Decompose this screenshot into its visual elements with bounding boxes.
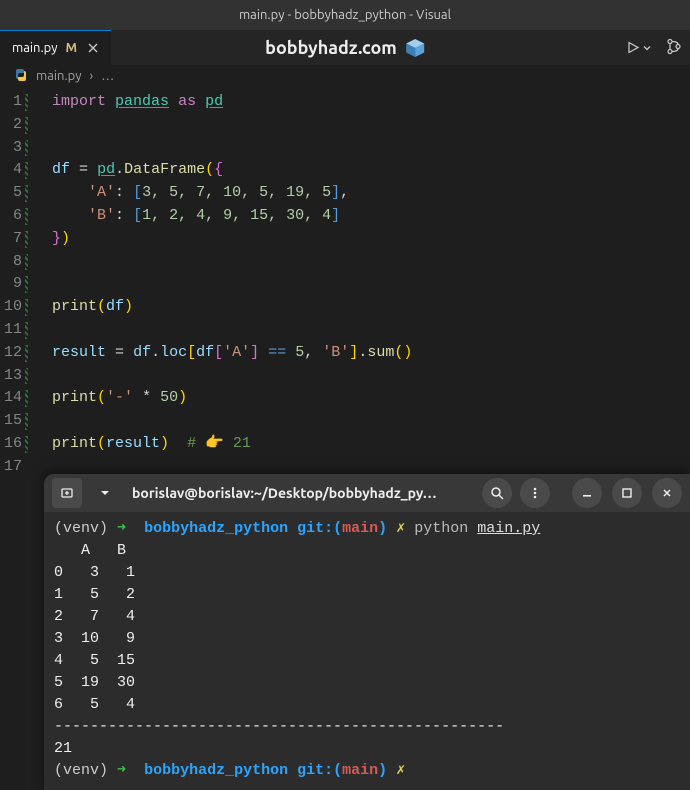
terminal-line: 3 10 9 bbox=[54, 628, 680, 650]
breadcrumb-more: … bbox=[101, 69, 114, 83]
search-icon[interactable] bbox=[482, 478, 512, 508]
close-button[interactable] bbox=[652, 478, 682, 508]
terminal-panel: borislav@borislav:~/Desktop/bobbyhadz_py… bbox=[44, 474, 690, 790]
terminal-line: ----------------------------------------… bbox=[54, 716, 680, 738]
terminal-line: 21 bbox=[54, 738, 680, 760]
line-gutter: 1 2 3 4 5 6 7 8 9 10 11 12 13 14 15 16 1… bbox=[0, 91, 30, 479]
line-number: 11 bbox=[0, 319, 22, 342]
line-number: 13 bbox=[0, 365, 22, 388]
terminal-body[interactable]: (venv) ➜ bobbyhadz_python git:(main) ✗ p… bbox=[44, 512, 690, 790]
cube-icon bbox=[405, 38, 425, 58]
line-number: 6 bbox=[0, 205, 22, 228]
terminal-line: 2 7 4 bbox=[54, 606, 680, 628]
window-title: main.py - bobbyhadz_python - Visual bbox=[239, 8, 451, 22]
terminal-header: borislav@borislav:~/Desktop/bobbyhadz_py… bbox=[44, 474, 690, 512]
tab-main-py[interactable]: main.py M bbox=[0, 30, 111, 65]
breadcrumb[interactable]: main.py › … bbox=[0, 65, 690, 87]
python-file-icon bbox=[14, 68, 28, 85]
menu-icon[interactable] bbox=[520, 478, 550, 508]
line-number: 9 bbox=[0, 273, 22, 296]
terminal-line: 6 5 4 bbox=[54, 694, 680, 716]
editor-actions bbox=[626, 38, 682, 57]
maximize-button[interactable] bbox=[612, 478, 642, 508]
terminal-line: A B bbox=[54, 540, 680, 562]
line-number: 16 bbox=[0, 433, 22, 456]
terminal-line: 0 3 1 bbox=[54, 562, 680, 584]
terminal-line: (venv) ➜ bobbyhadz_python git:(main) ✗ p… bbox=[54, 518, 680, 540]
terminal-line: 4 5 15 bbox=[54, 650, 680, 672]
tab-modified-badge: M bbox=[66, 41, 78, 55]
terminal-title: borislav@borislav:~/Desktop/bobbyhadz_py… bbox=[128, 485, 474, 501]
line-number: 3 bbox=[0, 137, 22, 160]
center-url-text: bobbyhadz.com bbox=[265, 38, 397, 58]
minimize-button[interactable] bbox=[572, 478, 602, 508]
line-number: 14 bbox=[0, 387, 22, 410]
line-number: 7 bbox=[0, 228, 22, 251]
run-icon[interactable] bbox=[626, 41, 652, 55]
breadcrumb-file: main.py bbox=[36, 69, 82, 83]
new-tab-button[interactable] bbox=[52, 478, 82, 508]
window-titlebar: main.py - bobbyhadz_python - Visual bbox=[0, 0, 690, 30]
line-number: 10 bbox=[0, 296, 22, 319]
chevron-right-icon: › bbox=[90, 69, 94, 83]
terminal-line: (venv) ➜ bobbyhadz_python git:(main) ✗ bbox=[54, 760, 680, 782]
line-number: 4 bbox=[0, 159, 22, 182]
editor-tabs: main.py M bobbyhadz.com bbox=[0, 30, 690, 65]
tab-label: main.py bbox=[12, 41, 58, 55]
terminal-line: 5 19 30 bbox=[54, 672, 680, 694]
terminal-line: 1 5 2 bbox=[54, 584, 680, 606]
line-number: 12 bbox=[0, 342, 22, 365]
line-number: 17 bbox=[0, 456, 22, 479]
center-url: bobbyhadz.com bbox=[265, 38, 425, 58]
tab-dropdown-button[interactable] bbox=[90, 478, 120, 508]
code-body[interactable]: import pandas as pd df = pd.DataFrame({ … bbox=[30, 91, 412, 479]
line-number: 1 bbox=[0, 91, 22, 114]
close-icon[interactable] bbox=[85, 40, 101, 56]
line-number: 8 bbox=[0, 251, 22, 274]
code-editor[interactable]: 1 2 3 4 5 6 7 8 9 10 11 12 13 14 15 16 1… bbox=[0, 87, 690, 479]
compare-icon[interactable] bbox=[666, 38, 682, 57]
line-number: 15 bbox=[0, 410, 22, 433]
line-number: 2 bbox=[0, 114, 22, 137]
line-number: 5 bbox=[0, 182, 22, 205]
